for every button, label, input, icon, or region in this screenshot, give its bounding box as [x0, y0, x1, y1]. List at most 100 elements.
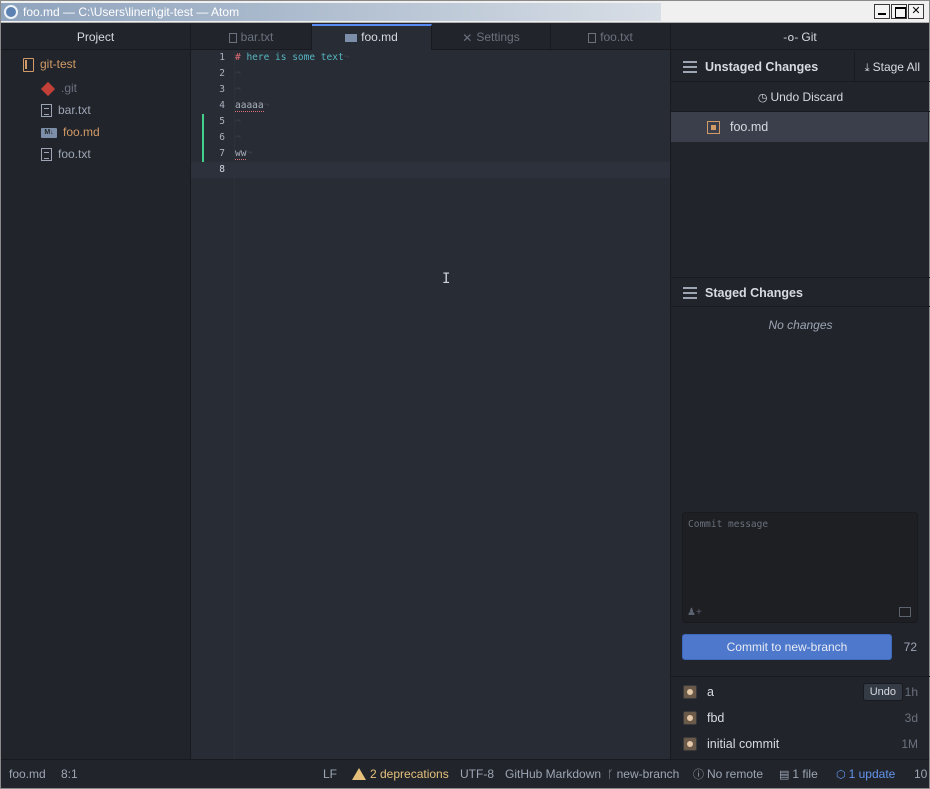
maximize-button[interactable] [891, 4, 907, 19]
status-changed-files[interactable]: ▤ 1 file [779, 760, 818, 789]
staged-no-changes: No changes [768, 318, 833, 332]
status-trailing-item[interactable]: 10 [914, 760, 927, 789]
git-panel-title: Git [801, 30, 817, 44]
status-deprecations[interactable]: 2 deprecations [352, 760, 449, 789]
warning-icon [352, 768, 366, 780]
tree-item-label: foo.md [63, 125, 100, 139]
diff-icon: ▤ [779, 768, 790, 781]
eol-marker: ¬ [343, 52, 350, 63]
commit-message: a [707, 685, 714, 699]
recent-commit-item[interactable]: a Undo 1h [671, 679, 930, 705]
commit-age: 1M [901, 737, 918, 751]
git-icon [40, 81, 56, 96]
commit-message-editor[interactable]: Commit message ♟+ [682, 512, 918, 623]
tab-label: bar.txt [240, 30, 274, 44]
expand-commit-editor-icon[interactable] [899, 607, 911, 617]
tree-item-label: foo.txt [58, 147, 91, 161]
tree-item-git[interactable]: .git [40, 78, 78, 98]
file-icon [41, 148, 52, 162]
code-line: aaaaa¬ [235, 98, 269, 114]
author-avatar [683, 711, 697, 725]
markdown-icon: M↓ [41, 127, 57, 138]
recent-commit-item[interactable]: initial commit 1M [671, 731, 930, 757]
status-encoding[interactable]: UTF-8 [460, 760, 494, 789]
tree-item-bar-txt[interactable]: bar.txt [41, 100, 91, 120]
commit-icon: -o- [783, 31, 799, 44]
eol-marker: ¬ [263, 100, 270, 111]
file-icon [41, 104, 52, 118]
undo-discard-label: Undo Discard [770, 90, 844, 104]
tab-bar: bar.txt foo.md ✕ Settings foo.txt [191, 24, 670, 51]
status-branch[interactable]: ᚴ new-branch [607, 760, 679, 789]
unstaged-changes-title: Unstaged Changes [705, 60, 819, 74]
tree-item-foo-txt[interactable]: foo.txt [41, 144, 91, 164]
eol-marker: ¬ [235, 116, 241, 127]
unstaged-file-item[interactable]: foo.md [671, 112, 928, 142]
tree-root-label: git-test [40, 57, 77, 71]
status-grammar[interactable]: GitHub Markdown [505, 760, 601, 789]
branch-label: new-branch [616, 767, 680, 781]
minimize-button[interactable] [874, 4, 890, 19]
heading-marker: # [235, 52, 247, 63]
updates-label: 1 update [848, 767, 896, 781]
tree-view-header[interactable]: Project [1, 24, 190, 50]
line-number: 2 [219, 68, 225, 79]
undo-discard-button[interactable]: ◷ Undo Discard [671, 82, 930, 112]
recent-commit-item[interactable]: fbd 3d [671, 705, 930, 731]
git-panel-header[interactable]: -o- Git [671, 24, 929, 50]
changed-files-label: 1 file [792, 767, 818, 781]
package-icon: ⬡ [836, 768, 846, 781]
atom-logo-icon [4, 5, 18, 19]
line-number-gutter: 1 2 3 4 5 6 7 8 [191, 50, 235, 759]
co-author-icon[interactable]: ♟+ [687, 607, 702, 618]
text-editor[interactable]: 1 2 3 4 5 6 7 8 # here is some text¬ ¬ ¬… [191, 50, 670, 759]
line-number: 4 [219, 100, 225, 111]
tab-label: foo.txt [600, 30, 633, 44]
eol-marker: ¬ [235, 84, 241, 95]
commit-message-placeholder: Commit message [688, 519, 769, 530]
title-bar: foo.md — C:\Users\lineri\git-test — Atom… [1, 1, 929, 23]
status-line-ending[interactable]: LF [323, 760, 337, 789]
undo-commit-button[interactable]: Undo [862, 683, 903, 701]
commit-button[interactable]: Commit to new-branch [682, 634, 892, 660]
deprecations-label: 2 deprecations [370, 767, 449, 781]
status-updates[interactable]: ⬡ 1 update [836, 760, 895, 789]
tree-view: Project git-test .git bar.txt M↓ foo.md f… [1, 24, 191, 759]
status-cursor-position[interactable]: 8:1 [61, 760, 78, 789]
eol-marker: ¬ [246, 148, 253, 159]
code-line: ¬ [235, 82, 241, 98]
info-icon: ⓘ [693, 768, 704, 781]
commit-characters-remaining: 72 [903, 640, 917, 654]
status-remote[interactable]: ⓘ No remote [693, 760, 763, 789]
staged-changes-header: Staged Changes [671, 277, 930, 307]
tree-root-folder[interactable]: git-test [23, 54, 76, 74]
tab-foo-md[interactable]: foo.md [312, 24, 432, 51]
stage-all-button[interactable]: ⤓ Stage All [853, 52, 930, 82]
commit-message: fbd [707, 711, 725, 725]
tab-label: foo.md [361, 30, 398, 44]
recent-commits-list: a Undo 1h fbd 3d initial commit 1M [671, 676, 930, 751]
markdown-icon [345, 33, 358, 42]
misspelled-word: ww [235, 148, 247, 160]
remote-label: No remote [707, 767, 764, 781]
repo-icon [23, 57, 34, 72]
close-button[interactable]: ✕ [908, 4, 924, 19]
file-icon [228, 32, 237, 43]
unstaged-changes-header: Unstaged Changes ⤓ Stage All [671, 52, 930, 82]
heading-text: here is some text [246, 52, 344, 63]
tab-foo-txt[interactable]: foo.txt [551, 24, 670, 50]
tree-item-foo-md[interactable]: M↓ foo.md [41, 122, 100, 142]
code-line: ¬ [235, 130, 241, 146]
tab-bar-txt[interactable]: bar.txt [191, 24, 312, 50]
tree-item-label: .git [61, 81, 78, 95]
tab-label: Settings [476, 30, 520, 44]
tab-settings[interactable]: ✕ Settings [432, 24, 551, 50]
line-number: 6 [219, 132, 225, 143]
status-file-path[interactable]: foo.md [9, 760, 46, 789]
code-line: ¬ [235, 66, 241, 82]
line-number: 3 [219, 84, 225, 95]
line-number: 7 [219, 148, 225, 159]
list-unordered-icon [683, 61, 697, 73]
line-number: 8 [219, 164, 225, 175]
download-icon: ⤓ [864, 61, 870, 74]
